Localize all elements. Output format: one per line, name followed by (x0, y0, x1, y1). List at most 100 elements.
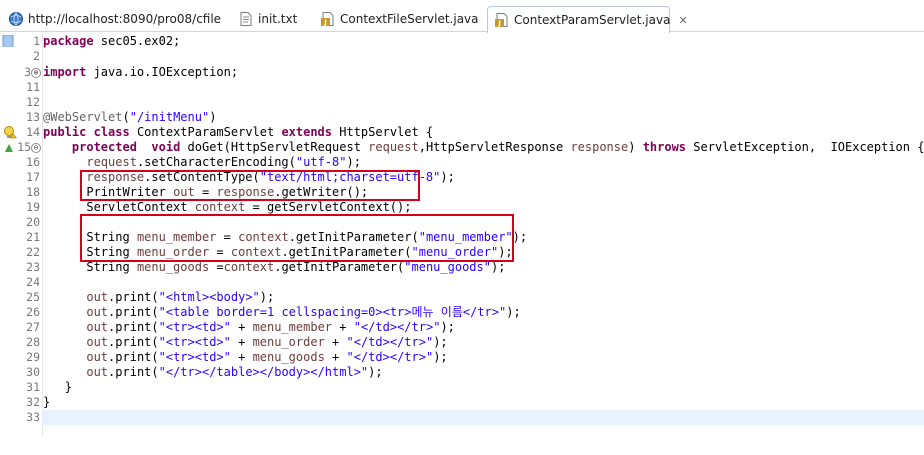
line-number: 33 (26, 410, 40, 424)
code-line: 25 out.print("<html><body>"); (0, 290, 924, 305)
warning-lightbulb-icon[interactable] (3, 125, 18, 139)
code-line: 32 } (0, 395, 924, 410)
line-number: 32 (26, 395, 40, 409)
code-text: ); (368, 365, 383, 379)
line-number: 13 (26, 110, 40, 124)
variable: request (86, 155, 137, 169)
code-text: .print( (108, 305, 159, 319)
code-text: ); (433, 350, 448, 364)
string-literal: "</td></tr>" (346, 350, 434, 364)
code-text: ); (346, 155, 361, 169)
line-number: 28 (26, 335, 40, 349)
string-literal: "<tr><td>" (158, 350, 231, 364)
fold-collapse-icon[interactable]: ⊖ (31, 143, 41, 153)
keyword: public (43, 125, 87, 139)
tab-contextfileservlet[interactable]: J ContextFileServlet.java (314, 6, 486, 32)
string-literal: "<tr><td>" (158, 335, 231, 349)
code-text: ContextParamServlet (129, 125, 282, 139)
code-text: + (324, 350, 347, 364)
string-literal: "utf-8" (295, 155, 347, 169)
line-number: 24 (26, 275, 40, 289)
line-number: 16 (26, 155, 40, 169)
line-number: 11 (26, 80, 40, 94)
code-line: 23 String menu_goods =context.getInitPar… (0, 260, 924, 275)
code-text: ServletException, IOException { (686, 140, 924, 154)
line-number: 20 (26, 215, 40, 229)
line-number: 17 (26, 170, 40, 184)
code-text: + (230, 320, 253, 334)
line-number: 21 (26, 230, 40, 244)
code-text: ); (490, 260, 506, 274)
variable: out (86, 290, 109, 304)
code-text: } (43, 395, 51, 409)
variable: menu_order (252, 335, 325, 349)
line-number: 19 (26, 200, 40, 214)
code-line: 3 ⊕ import java.io.IOException; (0, 65, 924, 80)
variable: out (86, 365, 109, 379)
code-text: ); (506, 305, 521, 319)
java-file-icon: J (494, 12, 510, 28)
string-literal: "<table border=1 cellspacing=0><tr>메뉴 이름… (158, 305, 507, 319)
tab-contextparamservlet[interactable]: J ContextParamServlet.java ✕ (487, 6, 688, 33)
svg-text:J: J (497, 20, 501, 28)
variable: out (86, 350, 109, 364)
variable: menu_member (252, 320, 333, 334)
code-text: + (230, 350, 253, 364)
highlight-box-writer-context (80, 170, 420, 201)
java-file-icon: J (320, 11, 336, 27)
parameter: request (368, 140, 419, 154)
code-text: + (332, 320, 354, 334)
override-triangle-icon (4, 142, 16, 154)
code-text: HttpServlet { (332, 125, 434, 139)
code-line: 16 request.setCharacterEncoding("utf-8")… (0, 155, 924, 170)
variable: out (86, 320, 109, 334)
keyword: extends (281, 125, 333, 139)
quick-diff-marker-icon (2, 34, 14, 50)
line-number: 15 (17, 140, 31, 154)
tab-browser-localhost[interactable]: http://localhost:8090/pro08/cfile (2, 6, 232, 32)
code-text: .getInitParameter( (274, 260, 405, 274)
code-line: 13 @WebServlet("/initMenu") (0, 110, 924, 125)
code-line: 28 out.print("<tr><td>" + menu_order + "… (0, 335, 924, 350)
code-text: .print( (108, 290, 159, 304)
line-number: 25 (26, 290, 40, 304)
tab-label: init.txt (258, 12, 298, 26)
code-text: } (64, 380, 72, 394)
current-code-line[interactable]: 33 (0, 410, 924, 425)
svg-text:J: J (323, 19, 327, 27)
code-text: .print( (108, 350, 159, 364)
code-editor[interactable]: 1 package sec05.ex02; 2 3 ⊕ import java.i… (0, 33, 924, 436)
keyword: class (93, 125, 130, 139)
tab-init-txt[interactable]: init.txt (232, 6, 314, 32)
code-text: .print( (108, 320, 159, 334)
parameter: response (570, 140, 629, 154)
code-text: + (230, 335, 253, 349)
string-literal: "menu_goods" (404, 260, 491, 274)
keyword: package (43, 34, 94, 48)
keyword: import (43, 65, 87, 79)
code-text: ServletContext (86, 200, 195, 214)
code-text: .print( (108, 365, 159, 379)
code-line: 15 ⊖ protected void doGet(HttpServletRequ… (0, 140, 924, 155)
code-text: ); (440, 170, 455, 184)
fold-expand-icon[interactable]: ⊕ (31, 68, 41, 78)
variable: menu_goods (136, 260, 210, 274)
code-text: java.io.IOException; (86, 65, 239, 79)
string-literal: "</td></tr>" (353, 320, 441, 334)
string-literal: "</td></tr>" (346, 335, 434, 349)
line-number: 31 (26, 380, 40, 394)
line-number: 1 (33, 34, 40, 48)
line-number: 23 (26, 260, 40, 274)
code-line: 14 public class ContextParamServlet exte… (0, 125, 924, 140)
code-text: doGet(HttpServletRequest (180, 140, 369, 154)
code-text: ); (259, 290, 275, 304)
code-text: ) (209, 110, 217, 124)
code-text: ,HttpServletResponse (418, 140, 571, 154)
editor-tab-bar: http://localhost:8090/pro08/cfile init.t… (0, 0, 924, 33)
code-line: 29 out.print("<tr><td>" + menu_goods + "… (0, 350, 924, 365)
line-number: 18 (26, 185, 40, 199)
variable: out (86, 305, 109, 319)
close-icon[interactable]: ✕ (678, 14, 687, 27)
keyword: throws (642, 140, 687, 154)
code-text: .setCharacterEncoding( (136, 155, 296, 169)
